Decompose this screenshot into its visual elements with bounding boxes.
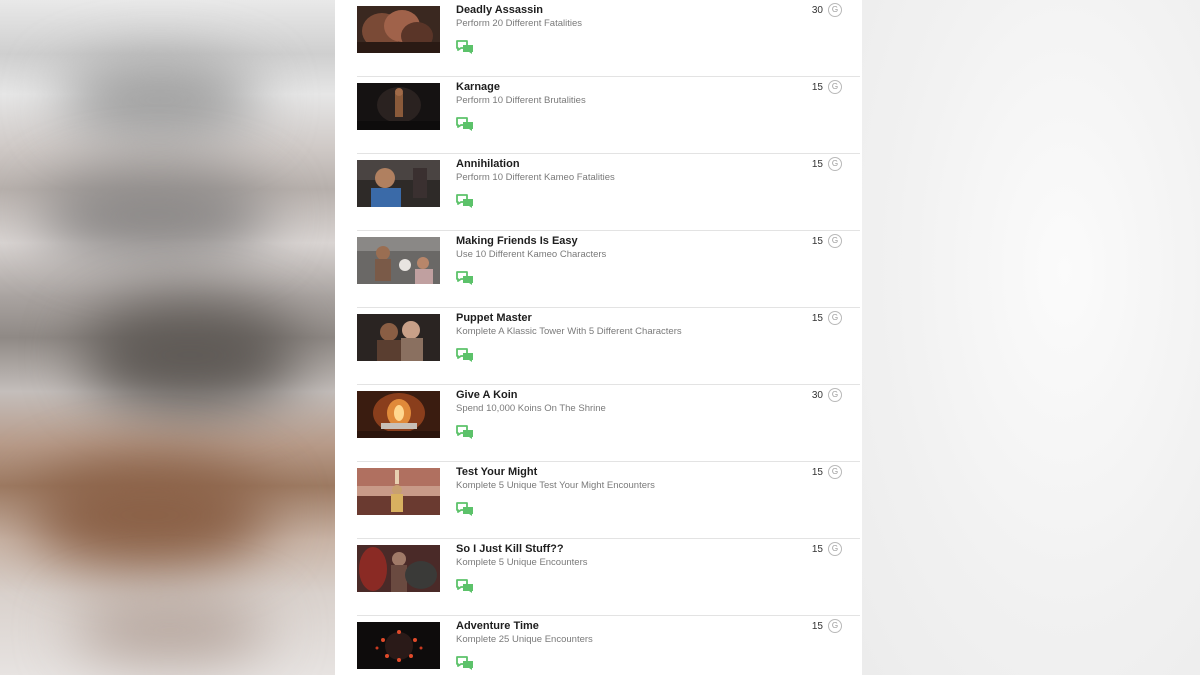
achievement-description: Komplete 5 Unique Test Your Might Encoun… [456,480,655,491]
achievement-description: Spend 10,000 Koins On The Shrine [456,403,606,414]
achievement-title: Deadly Assassin [456,4,544,16]
achievement-row[interactable]: Annihilation Perform 10 Different Kameo … [357,154,860,231]
comment-bubbles-icon[interactable] [456,579,474,593]
achievement-description: Komplete 5 Unique Encounters [456,557,588,568]
achievement-row[interactable]: Adventure Time Komplete 25 Unique Encoun… [357,616,860,675]
gamerscore-value: 30 [811,5,823,16]
gamerscore-value: 15 [811,313,823,324]
achievement-title: So I Just Kill Stuff?? [456,543,564,555]
thumbnail-adventure-time-icon [357,622,440,669]
thumbnail-karnage-icon [357,83,440,130]
achievement-row[interactable]: Give A Koin Spend 10,000 Koins On The Sh… [357,385,860,462]
thumbnail-annihilation-icon [357,160,440,207]
achievement-row[interactable]: So I Just Kill Stuff?? Komplete 5 Unique… [357,539,860,616]
comment-bubbles-icon[interactable] [456,271,474,285]
comment-bubbles-icon[interactable] [456,40,474,54]
gamerscore-value: 15 [811,544,823,555]
gamerscore-g-icon: G [828,80,842,94]
achievement-description: Komplete 25 Unique Encounters [456,634,593,645]
achievement-title: Annihilation [456,158,520,170]
thumbnail-kill-stuff-icon [357,545,440,592]
comment-bubbles-icon[interactable] [456,656,474,670]
gamerscore-value: 15 [811,82,823,93]
blurred-background-right [862,0,1200,675]
gamerscore-g-icon: G [828,234,842,248]
gamerscore-value: 15 [811,621,823,632]
thumbnail-deadly-assassin-icon [357,6,440,53]
thumbnail-give-a-koin-icon [357,391,440,438]
achievement-row[interactable]: Puppet Master Komplete A Klassic Tower W… [357,308,860,385]
gamerscore-g-icon: G [828,619,842,633]
achievement-row[interactable]: Deadly Assassin Perform 20 Different Fat… [357,0,860,77]
achievement-description: Komplete A Klassic Tower With 5 Differen… [456,326,682,337]
comment-bubbles-icon[interactable] [456,502,474,516]
achievement-title: Give A Koin [456,389,518,401]
gamerscore-value: 15 [811,236,823,247]
comment-bubbles-icon[interactable] [456,425,474,439]
page: Deadly Assassin Perform 20 Different Fat… [0,0,1200,675]
gamerscore-g-icon: G [828,157,842,171]
gamerscore-value: 30 [811,390,823,401]
gamerscore-g-icon: G [828,311,842,325]
achievement-title: Puppet Master [456,312,532,324]
achievement-description: Perform 10 Different Brutalities [456,95,586,106]
achievement-description: Perform 10 Different Kameo Fatalities [456,172,615,183]
comment-bubbles-icon[interactable] [456,117,474,131]
gamerscore-value: 15 [811,159,823,170]
achievement-description: Use 10 Different Kameo Characters [456,249,607,260]
achievement-row[interactable]: Test Your Might Komplete 5 Unique Test Y… [357,462,860,539]
gamerscore-g-icon: G [828,388,842,402]
achievement-title: Making Friends Is Easy [456,235,578,247]
thumbnail-puppet-master-icon [357,314,440,361]
thumbnail-making-friends-icon [357,237,440,284]
gamerscore-value: 15 [811,467,823,478]
comment-bubbles-icon[interactable] [456,194,474,208]
comment-bubbles-icon[interactable] [456,348,474,362]
gamerscore-g-icon: G [828,465,842,479]
achievement-row[interactable]: Making Friends Is Easy Use 10 Different … [357,231,860,308]
achievement-title: Adventure Time [456,620,539,632]
achievement-title: Karnage [456,81,501,93]
gamerscore-g-icon: G [828,542,842,556]
gamerscore-g-icon: G [828,3,842,17]
achievements-panel: Deadly Assassin Perform 20 Different Fat… [335,0,862,675]
blurred-background-left [0,0,335,675]
achievement-description: Perform 20 Different Fatalities [456,18,583,29]
thumbnail-test-your-might-icon [357,468,440,515]
achievement-row[interactable]: Karnage Perform 10 Different Brutalities… [357,77,860,154]
achievement-title: Test Your Might [456,466,538,478]
